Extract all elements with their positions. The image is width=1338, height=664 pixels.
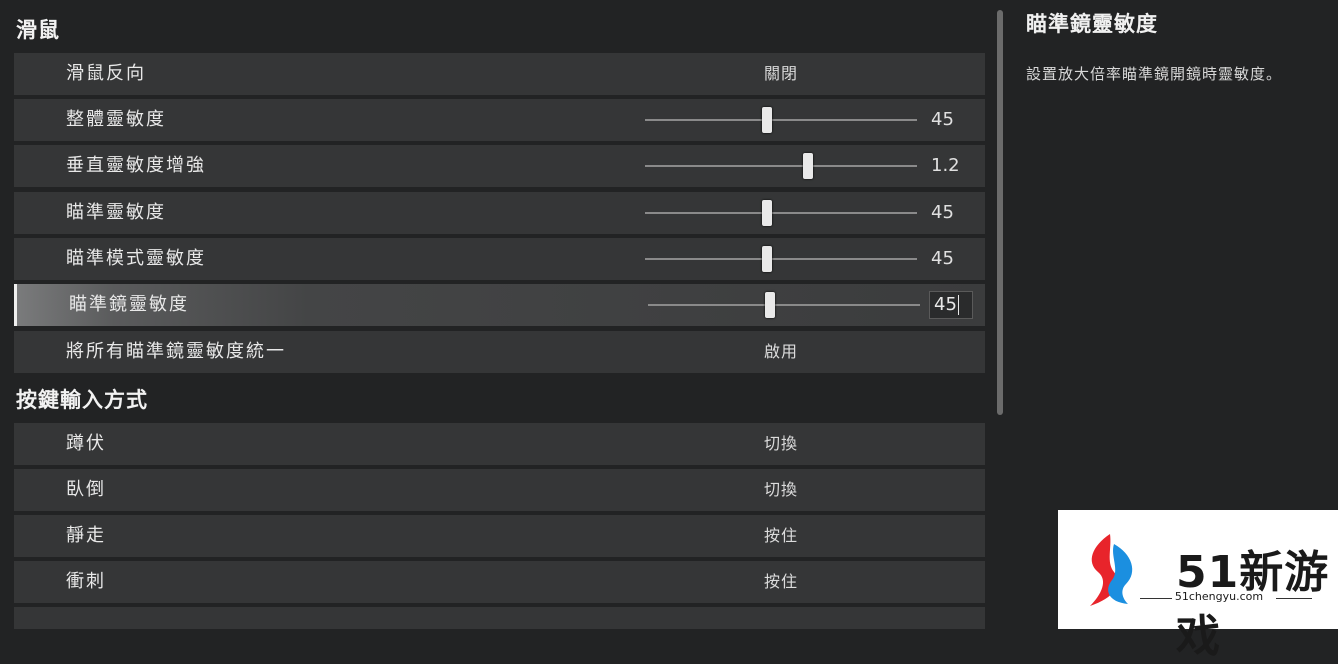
setting-label: 瞄準鏡靈敏度 (69, 294, 189, 315)
slider-track[interactable] (648, 292, 920, 318)
slider-thumb[interactable] (765, 292, 776, 318)
slider-thumb[interactable] (762, 246, 773, 272)
setting-value[interactable]: 切換 (764, 469, 798, 511)
slider-thumb[interactable] (762, 200, 773, 226)
setting-row-scope-sensitivity[interactable]: 瞄準鏡靈敏度 45 (14, 284, 985, 326)
setting-label: 瞄準靈敏度 (66, 202, 166, 223)
logo-divider (1276, 598, 1312, 599)
setting-row-overall-sensitivity[interactable]: 整體靈敏度 45 (14, 99, 985, 141)
setting-row-aim-mode-sensitivity[interactable]: 瞄準模式靈敏度 45 (14, 238, 985, 280)
setting-value[interactable]: 切換 (764, 423, 798, 465)
setting-value[interactable]: 啟用 (764, 331, 798, 373)
setting-label: 瞄準模式靈敏度 (66, 248, 206, 269)
detail-description: 設置放大倍率瞄準鏡開鏡時靈敏度。 (1026, 65, 1283, 83)
watermark-logo: 51新游戏 51chengyu.com (1058, 510, 1338, 662)
setting-row-invert[interactable]: 滑鼠反向 關閉 (14, 53, 985, 95)
section-title-input: 按鍵輸入方式 (16, 388, 148, 412)
setting-row-crouch[interactable]: 蹲伏 切換 (14, 423, 985, 465)
slider-track[interactable] (645, 107, 917, 133)
setting-label: 蹲伏 (66, 433, 106, 454)
setting-label: 滑鼠反向 (66, 63, 146, 84)
slider-thumb[interactable] (762, 107, 773, 133)
slider-value-input[interactable]: 45 (929, 291, 973, 319)
scrollbar[interactable] (997, 10, 1003, 415)
slider-value-text: 45 (934, 294, 957, 315)
setting-row-vertical-boost[interactable]: 垂直靈敏度增強 1.2 (14, 145, 985, 187)
setting-label: 衝刺 (66, 571, 106, 592)
slider-track[interactable] (645, 246, 917, 272)
setting-row-prone[interactable]: 臥倒 切換 (14, 469, 985, 511)
slider-track[interactable] (645, 200, 917, 226)
slider-value: 1.2 (931, 155, 960, 176)
setting-label: 靜走 (66, 525, 106, 546)
slider-value: 45 (931, 248, 954, 269)
detail-title: 瞄準鏡靈敏度 (1026, 12, 1158, 36)
setting-label: 垂直靈敏度增強 (66, 155, 206, 176)
setting-value[interactable]: 按住 (764, 561, 798, 603)
slider-value: 45 (931, 202, 954, 223)
setting-row-sprint[interactable]: 衝刺 按住 (14, 561, 985, 603)
watermark-url: 51chengyu.com (1174, 590, 1264, 603)
slider-track[interactable] (645, 153, 917, 179)
settings-panel: 滑鼠 滑鼠反向 關閉 整體靈敏度 45 垂直靈敏度增強 1.2 瞄準靈敏度 45… (0, 0, 1000, 629)
setting-row-unify-scope[interactable]: 將所有瞄準鏡靈敏度統一 啟用 (14, 331, 985, 373)
slider-value: 45 (931, 109, 954, 130)
setting-value[interactable]: 按住 (764, 515, 798, 557)
setting-value[interactable]: 關閉 (764, 53, 798, 95)
setting-row-aim-sensitivity[interactable]: 瞄準靈敏度 45 (14, 192, 985, 234)
setting-label: 將所有瞄準鏡靈敏度統一 (66, 341, 286, 362)
setting-label: 整體靈敏度 (66, 109, 166, 130)
slider-thumb[interactable] (803, 153, 814, 179)
section-title-mouse: 滑鼠 (16, 18, 60, 42)
setting-row-walk[interactable]: 靜走 按住 (14, 515, 985, 557)
setting-row-partial[interactable] (14, 607, 985, 629)
setting-label: 臥倒 (66, 479, 106, 500)
text-caret (957, 295, 959, 315)
